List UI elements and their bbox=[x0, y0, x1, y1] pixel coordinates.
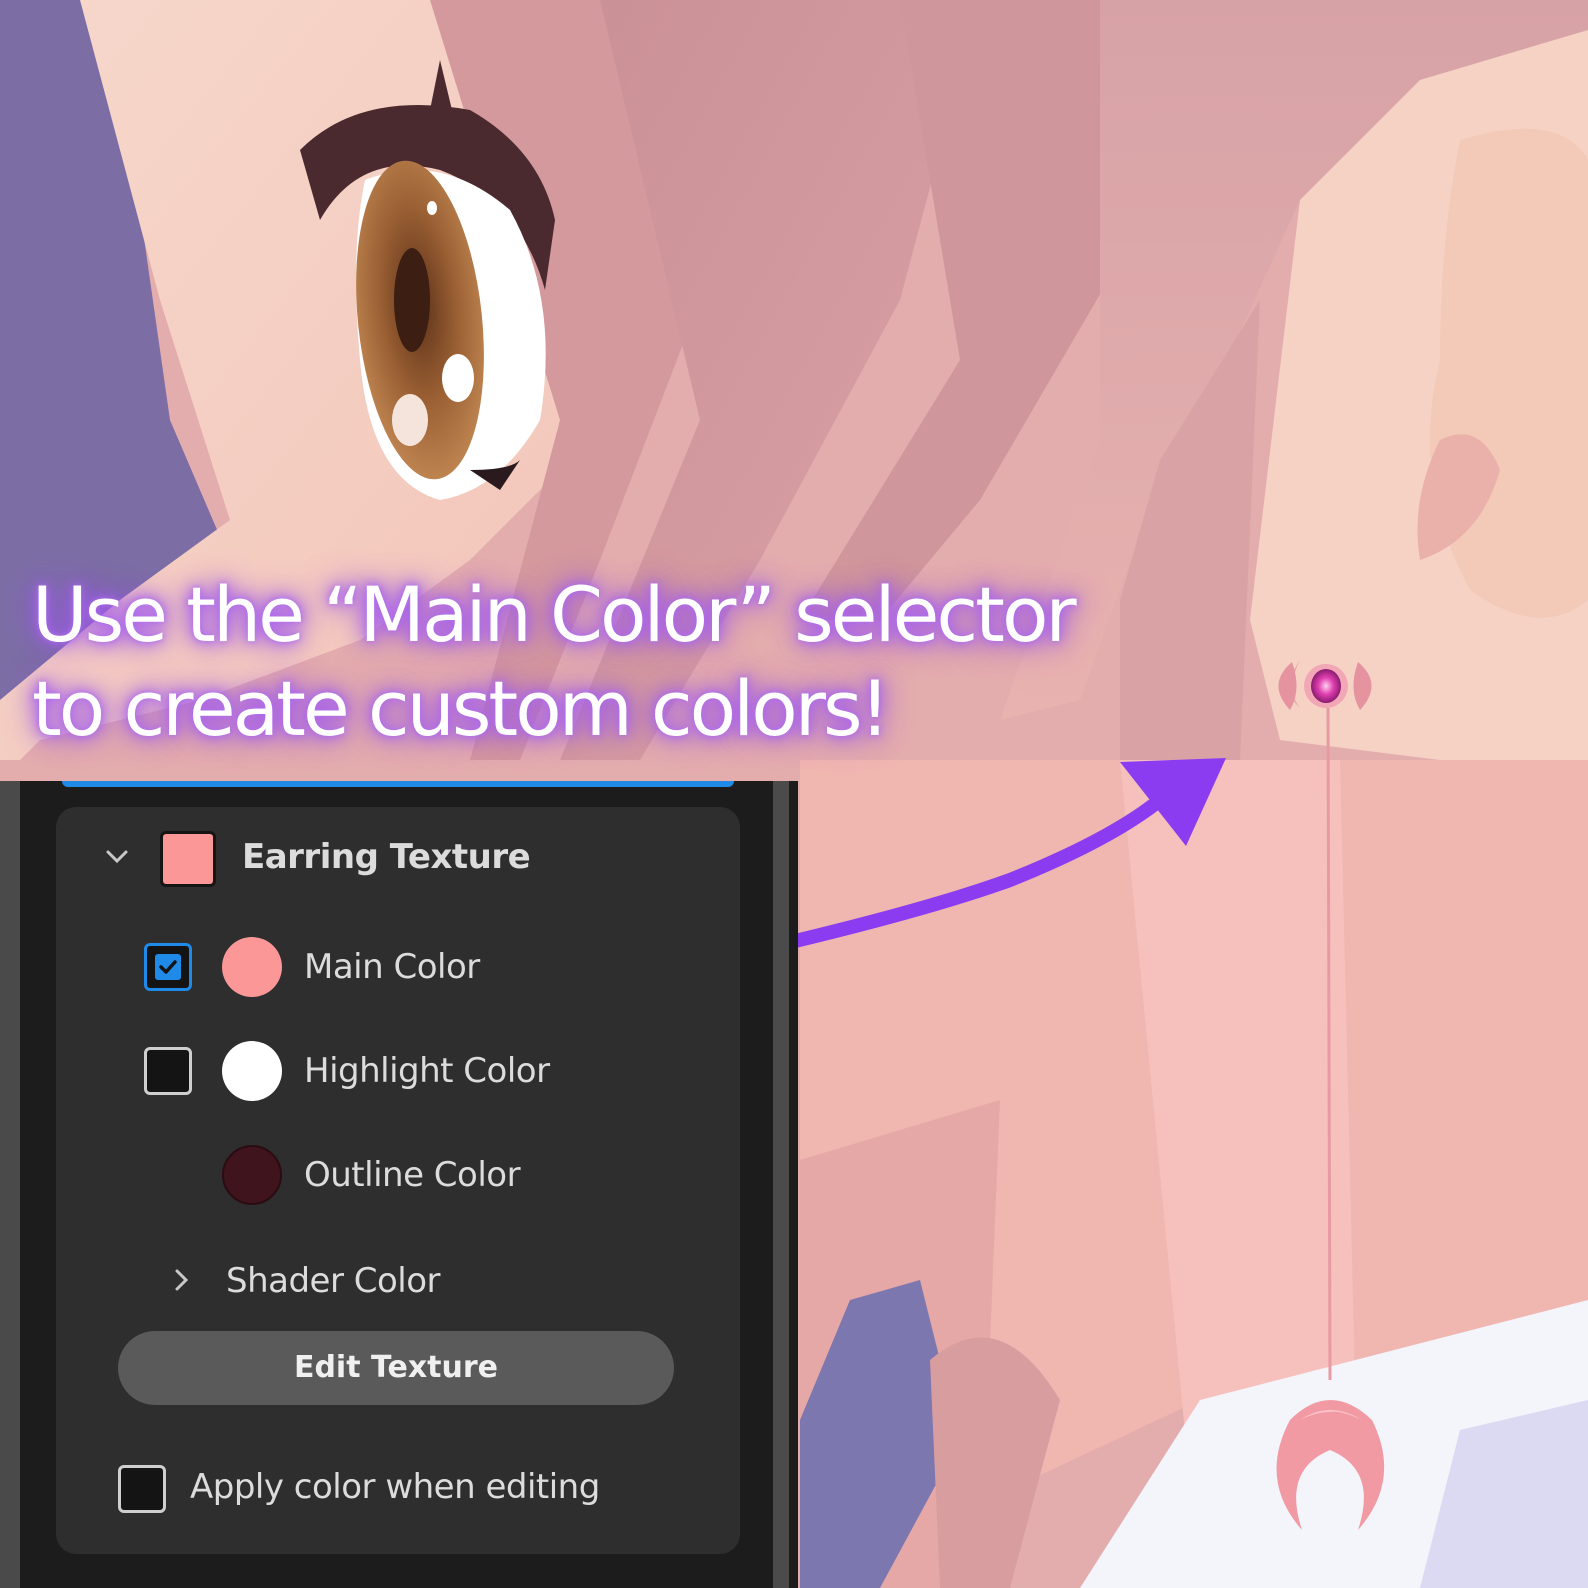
row-apply-color[interactable]: Apply color when editing bbox=[118, 1461, 718, 1521]
highlight-color-checkbox[interactable] bbox=[144, 1047, 192, 1095]
panel-scrollbar[interactable] bbox=[773, 781, 789, 1588]
chevron-right-icon[interactable] bbox=[166, 1265, 196, 1303]
section-header[interactable]: Earring Texture bbox=[96, 823, 696, 893]
section-title: Earring Texture bbox=[242, 837, 531, 877]
section-color-swatch[interactable] bbox=[160, 831, 216, 887]
outline-color-label: Outline Color bbox=[304, 1155, 521, 1195]
outline-color-swatch[interactable] bbox=[222, 1145, 282, 1205]
main-color-label: Main Color bbox=[304, 947, 480, 987]
caption-line-1: Use the “Main Color” selector bbox=[32, 570, 1077, 659]
row-shader-color[interactable]: Shader Color bbox=[166, 1251, 666, 1317]
edit-texture-button[interactable]: Edit Texture bbox=[118, 1331, 674, 1405]
main-color-checkbox[interactable] bbox=[144, 943, 192, 991]
ear-inner bbox=[1430, 128, 1588, 618]
highlight-color-label: Highlight Color bbox=[304, 1051, 550, 1091]
row-main-color[interactable]: Main Color bbox=[144, 937, 704, 1003]
texture-panel: Earring Texture Main Color Highlight Col… bbox=[0, 781, 798, 1588]
chevron-down-icon[interactable] bbox=[102, 841, 132, 879]
highlight-color-swatch[interactable] bbox=[222, 1041, 282, 1101]
earring-texture-card: Earring Texture Main Color Highlight Col… bbox=[56, 807, 740, 1554]
caption-line-2: to create custom colors! bbox=[32, 664, 890, 753]
checkmark-icon bbox=[159, 960, 177, 974]
apply-color-label: Apply color when editing bbox=[190, 1467, 600, 1507]
apply-color-checkbox[interactable] bbox=[118, 1465, 166, 1513]
shader-color-label: Shader Color bbox=[226, 1261, 441, 1301]
row-outline-color[interactable]: Outline Color bbox=[144, 1145, 704, 1211]
panel-left-edge bbox=[0, 781, 20, 1588]
main-color-swatch[interactable] bbox=[222, 937, 282, 997]
selection-accent bbox=[62, 781, 734, 787]
row-highlight-color[interactable]: Highlight Color bbox=[144, 1041, 704, 1107]
caption: Use the “Main Color” selector to create … bbox=[32, 568, 1132, 756]
